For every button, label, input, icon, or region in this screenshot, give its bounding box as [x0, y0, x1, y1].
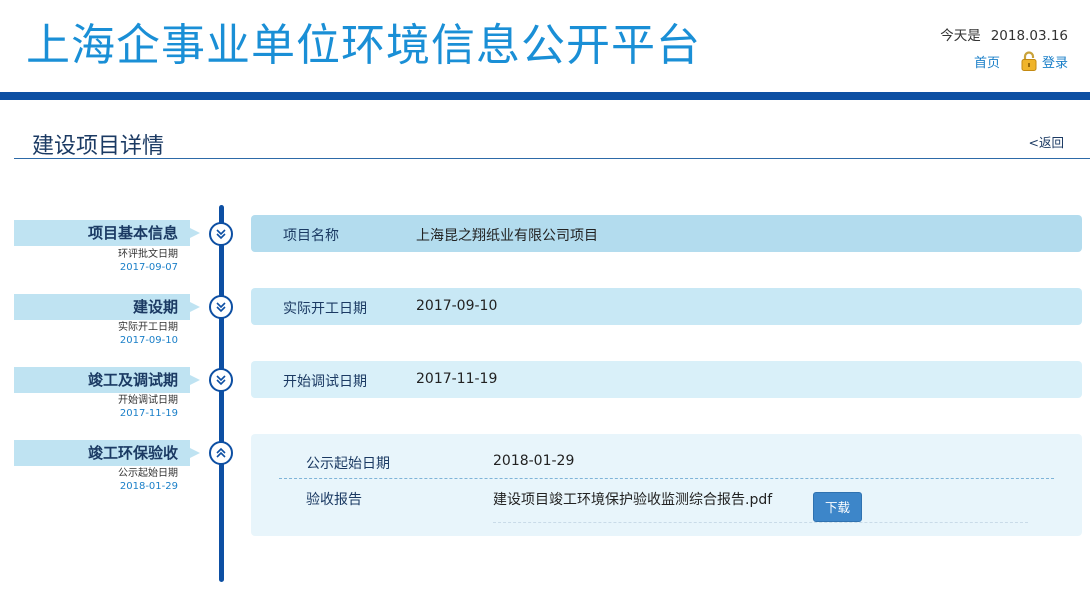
stage-basic-info-sub: 环评批文日期 2017-09-07 [14, 248, 178, 274]
chevron-double-down-icon[interactable] [209, 368, 233, 392]
today-info: 今天是 2018.03.16 [940, 24, 1068, 44]
login-link[interactable]: 登录 [1042, 52, 1068, 71]
lock-icon [1020, 50, 1038, 72]
stage-sub-label: 开始调试日期 [118, 395, 178, 406]
header-divider-bar [0, 92, 1090, 100]
back-link[interactable]: <返回 [1029, 132, 1064, 151]
chevron-double-down-icon[interactable] [209, 295, 233, 319]
title-divider [14, 158, 1090, 159]
timeline-line [219, 205, 224, 582]
stage-sub-date: 2017-11-19 [119, 408, 178, 419]
chevron-double-up-icon[interactable] [209, 441, 233, 465]
field-label: 开始调试日期 [283, 374, 367, 390]
stage-basic-info[interactable]: 项目基本信息 [14, 220, 200, 246]
stage-sub-label: 环评批文日期 [118, 249, 178, 260]
field-value: 2018-01-29 [493, 453, 575, 469]
stage-construction-sub: 实际开工日期 2017-09-10 [14, 321, 178, 347]
stage-acceptance[interactable]: 竣工环保验收 [14, 440, 200, 466]
today-date: 2018.03.16 [990, 28, 1068, 44]
field-value: 2017-09-10 [416, 298, 498, 314]
panel-completion-trial: 开始调试日期 2017-11-19 [251, 361, 1082, 398]
stage-sub-date: 2018-01-29 [119, 481, 178, 492]
stage-sub-date: 2017-09-10 [119, 335, 178, 346]
field-value: 上海昆之翔纸业有限公司项目 [416, 228, 598, 244]
header: 上海企事业单位环境信息公开平台 今天是 2018.03.16 首页 登录 [0, 0, 1090, 92]
field-label: 验收报告 [306, 492, 362, 508]
panel-basic-info: 项目名称 上海昆之翔纸业有限公司项目 [251, 215, 1082, 252]
stage-sub-label: 公示起始日期 [118, 468, 178, 479]
field-label: 项目名称 [283, 228, 339, 244]
stage-completion-trial-sub: 开始调试日期 2017-11-19 [14, 394, 178, 420]
panel-construction: 实际开工日期 2017-09-10 [251, 288, 1082, 325]
stage-construction[interactable]: 建设期 [14, 294, 200, 320]
stage-acceptance-sub: 公示起始日期 2018-01-29 [14, 467, 178, 493]
page-title: 建设项目详情 [32, 134, 165, 159]
row-divider [279, 478, 1054, 479]
row-divider [493, 522, 1028, 523]
field-label: 公示起始日期 [306, 456, 390, 472]
home-link[interactable]: 首页 [974, 52, 1000, 71]
stage-sub-label: 实际开工日期 [118, 322, 178, 333]
site-title: 上海企事业单位环境信息公开平台 [26, 20, 701, 71]
field-value: 2017-11-19 [416, 371, 498, 387]
stage-sub-date: 2017-09-07 [119, 262, 178, 273]
report-file-name: 建设项目竣工环境保护验收监测综合报告.pdf [493, 492, 773, 508]
stage-completion-trial[interactable]: 竣工及调试期 [14, 367, 200, 393]
download-button[interactable]: 下载 [813, 492, 862, 522]
field-label: 实际开工日期 [283, 301, 367, 317]
chevron-double-down-icon[interactable] [209, 222, 233, 246]
panel-acceptance: 公示起始日期 2018-01-29 验收报告 建设项目竣工环境保护验收监测综合报… [251, 434, 1082, 536]
top-links: 首页 登录 [974, 50, 1068, 72]
today-label: 今天是 [940, 28, 981, 44]
